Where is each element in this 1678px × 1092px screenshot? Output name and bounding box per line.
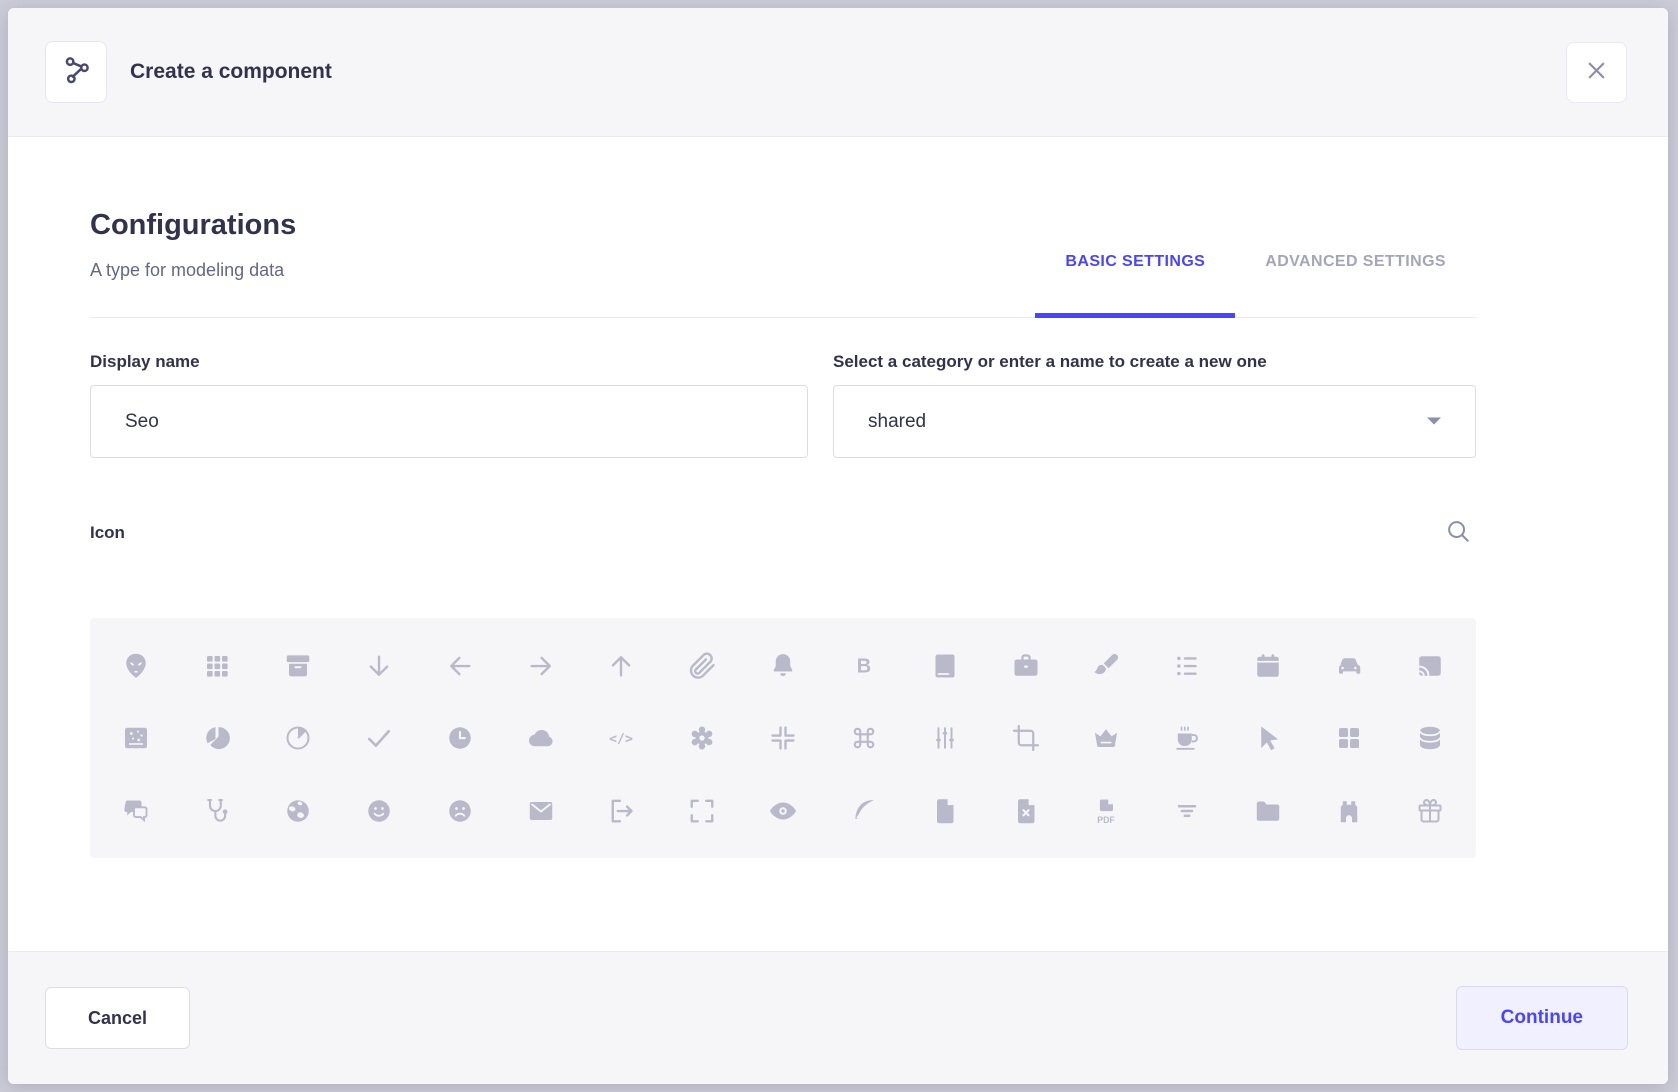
feather-icon[interactable] <box>823 778 904 844</box>
gate-icon[interactable] <box>1308 778 1389 844</box>
settings-tabs: BASIC SETTINGS ADVANCED SETTINGS <box>1035 138 1476 317</box>
check-icon[interactable] <box>338 705 419 771</box>
headline-row: Configurations A type for modeling data … <box>90 138 1476 318</box>
crown-icon[interactable] <box>1066 705 1147 771</box>
icon-grid-row: PDF <box>96 778 1470 844</box>
doctor-icon[interactable] <box>177 778 258 844</box>
category-select[interactable]: shared <box>833 385 1476 458</box>
arrow-right-icon[interactable] <box>500 633 581 699</box>
discuss-icon[interactable] <box>96 778 177 844</box>
page-title: Configurations <box>90 208 296 242</box>
collapse-icon[interactable] <box>743 705 824 771</box>
apps-icon[interactable] <box>177 633 258 699</box>
crop-icon[interactable] <box>985 705 1066 771</box>
code-icon[interactable]: </> <box>581 705 662 771</box>
cog-icon[interactable] <box>662 705 743 771</box>
continue-button[interactable]: Continue <box>1456 986 1628 1050</box>
arrow-left-icon[interactable] <box>419 633 500 699</box>
envelop-icon[interactable] <box>500 778 581 844</box>
gift-icon[interactable] <box>1389 778 1470 844</box>
display-name-input[interactable] <box>90 385 808 458</box>
file-error-icon[interactable] <box>985 778 1066 844</box>
file-pdf-icon[interactable]: PDF <box>1066 778 1147 844</box>
briefcase-icon[interactable] <box>985 633 1066 699</box>
modal-header: Create a component <box>8 8 1668 137</box>
file-icon[interactable] <box>904 778 985 844</box>
connector-icon[interactable] <box>904 705 985 771</box>
arrow-down-icon[interactable] <box>338 633 419 699</box>
arrow-up-icon[interactable] <box>581 633 662 699</box>
svg-text:PDF: PDF <box>1098 814 1116 824</box>
calendar-icon[interactable] <box>1228 633 1309 699</box>
clock-icon[interactable] <box>419 705 500 771</box>
cup-icon[interactable] <box>1147 705 1228 771</box>
svg-text:</>: </> <box>610 732 634 747</box>
overlay-backdrop: Create a component Configurations A type… <box>0 0 1678 1092</box>
modal-title: Create a component <box>130 60 332 84</box>
tab-basic-settings[interactable]: BASIC SETTINGS <box>1035 253 1235 317</box>
display-name-label: Display name <box>90 352 808 372</box>
alien-icon[interactable] <box>96 633 177 699</box>
chevron-down-icon <box>1425 411 1443 433</box>
command-icon[interactable] <box>823 705 904 771</box>
icon-search-button[interactable] <box>1441 514 1476 552</box>
icon-section-header: Icon <box>90 514 1476 552</box>
bullet-list-icon[interactable] <box>1147 633 1228 699</box>
book-icon[interactable] <box>904 633 985 699</box>
close-button[interactable] <box>1566 42 1627 103</box>
eye-icon[interactable] <box>743 778 824 844</box>
svg-text:B: B <box>857 655 871 677</box>
icon-grid: B </> PDF <box>90 618 1476 858</box>
cloud-icon[interactable] <box>500 705 581 771</box>
tab-advanced-settings[interactable]: ADVANCED SETTINGS <box>1235 253 1476 317</box>
modal-body: Configurations A type for modeling data … <box>8 138 1668 951</box>
brush-icon[interactable] <box>1066 633 1147 699</box>
expand-icon[interactable] <box>662 778 743 844</box>
folder-icon[interactable] <box>1228 778 1309 844</box>
dashboard-icon[interactable] <box>1308 705 1389 771</box>
exit-icon[interactable] <box>581 778 662 844</box>
icon-grid-row: </> <box>96 705 1470 771</box>
category-field: Select a category or enter a name to cre… <box>833 352 1476 458</box>
chart-circle-icon[interactable] <box>177 705 258 771</box>
component-icon <box>60 54 92 91</box>
component-icon-box <box>45 41 107 103</box>
database-icon[interactable] <box>1389 705 1470 771</box>
search-icon <box>1445 518 1472 548</box>
bell-icon[interactable] <box>743 633 824 699</box>
emotion-happy-icon[interactable] <box>338 778 419 844</box>
category-label: Select a category or enter a name to cre… <box>833 352 1476 372</box>
attachment-icon[interactable] <box>662 633 743 699</box>
filter-icon[interactable] <box>1147 778 1228 844</box>
create-component-modal: Create a component Configurations A type… <box>8 8 1668 1084</box>
earth-icon[interactable] <box>258 778 339 844</box>
emotion-unhappy-icon[interactable] <box>419 778 500 844</box>
chart-bubble-icon[interactable] <box>96 705 177 771</box>
chart-pie-icon[interactable] <box>258 705 339 771</box>
display-name-field: Display name <box>90 352 808 458</box>
close-icon <box>1583 57 1610 87</box>
bold-icon[interactable]: B <box>823 633 904 699</box>
archive-icon[interactable] <box>258 633 339 699</box>
category-select-value: shared <box>868 411 926 433</box>
cursor-icon[interactable] <box>1228 705 1309 771</box>
page-subtitle: A type for modeling data <box>90 260 284 281</box>
cancel-button[interactable]: Cancel <box>45 987 190 1049</box>
cast-icon[interactable] <box>1389 633 1470 699</box>
icon-grid-row: B <box>96 633 1470 699</box>
icon-label: Icon <box>90 523 125 543</box>
car-icon[interactable] <box>1308 633 1389 699</box>
modal-footer: Cancel Continue <box>8 951 1668 1084</box>
